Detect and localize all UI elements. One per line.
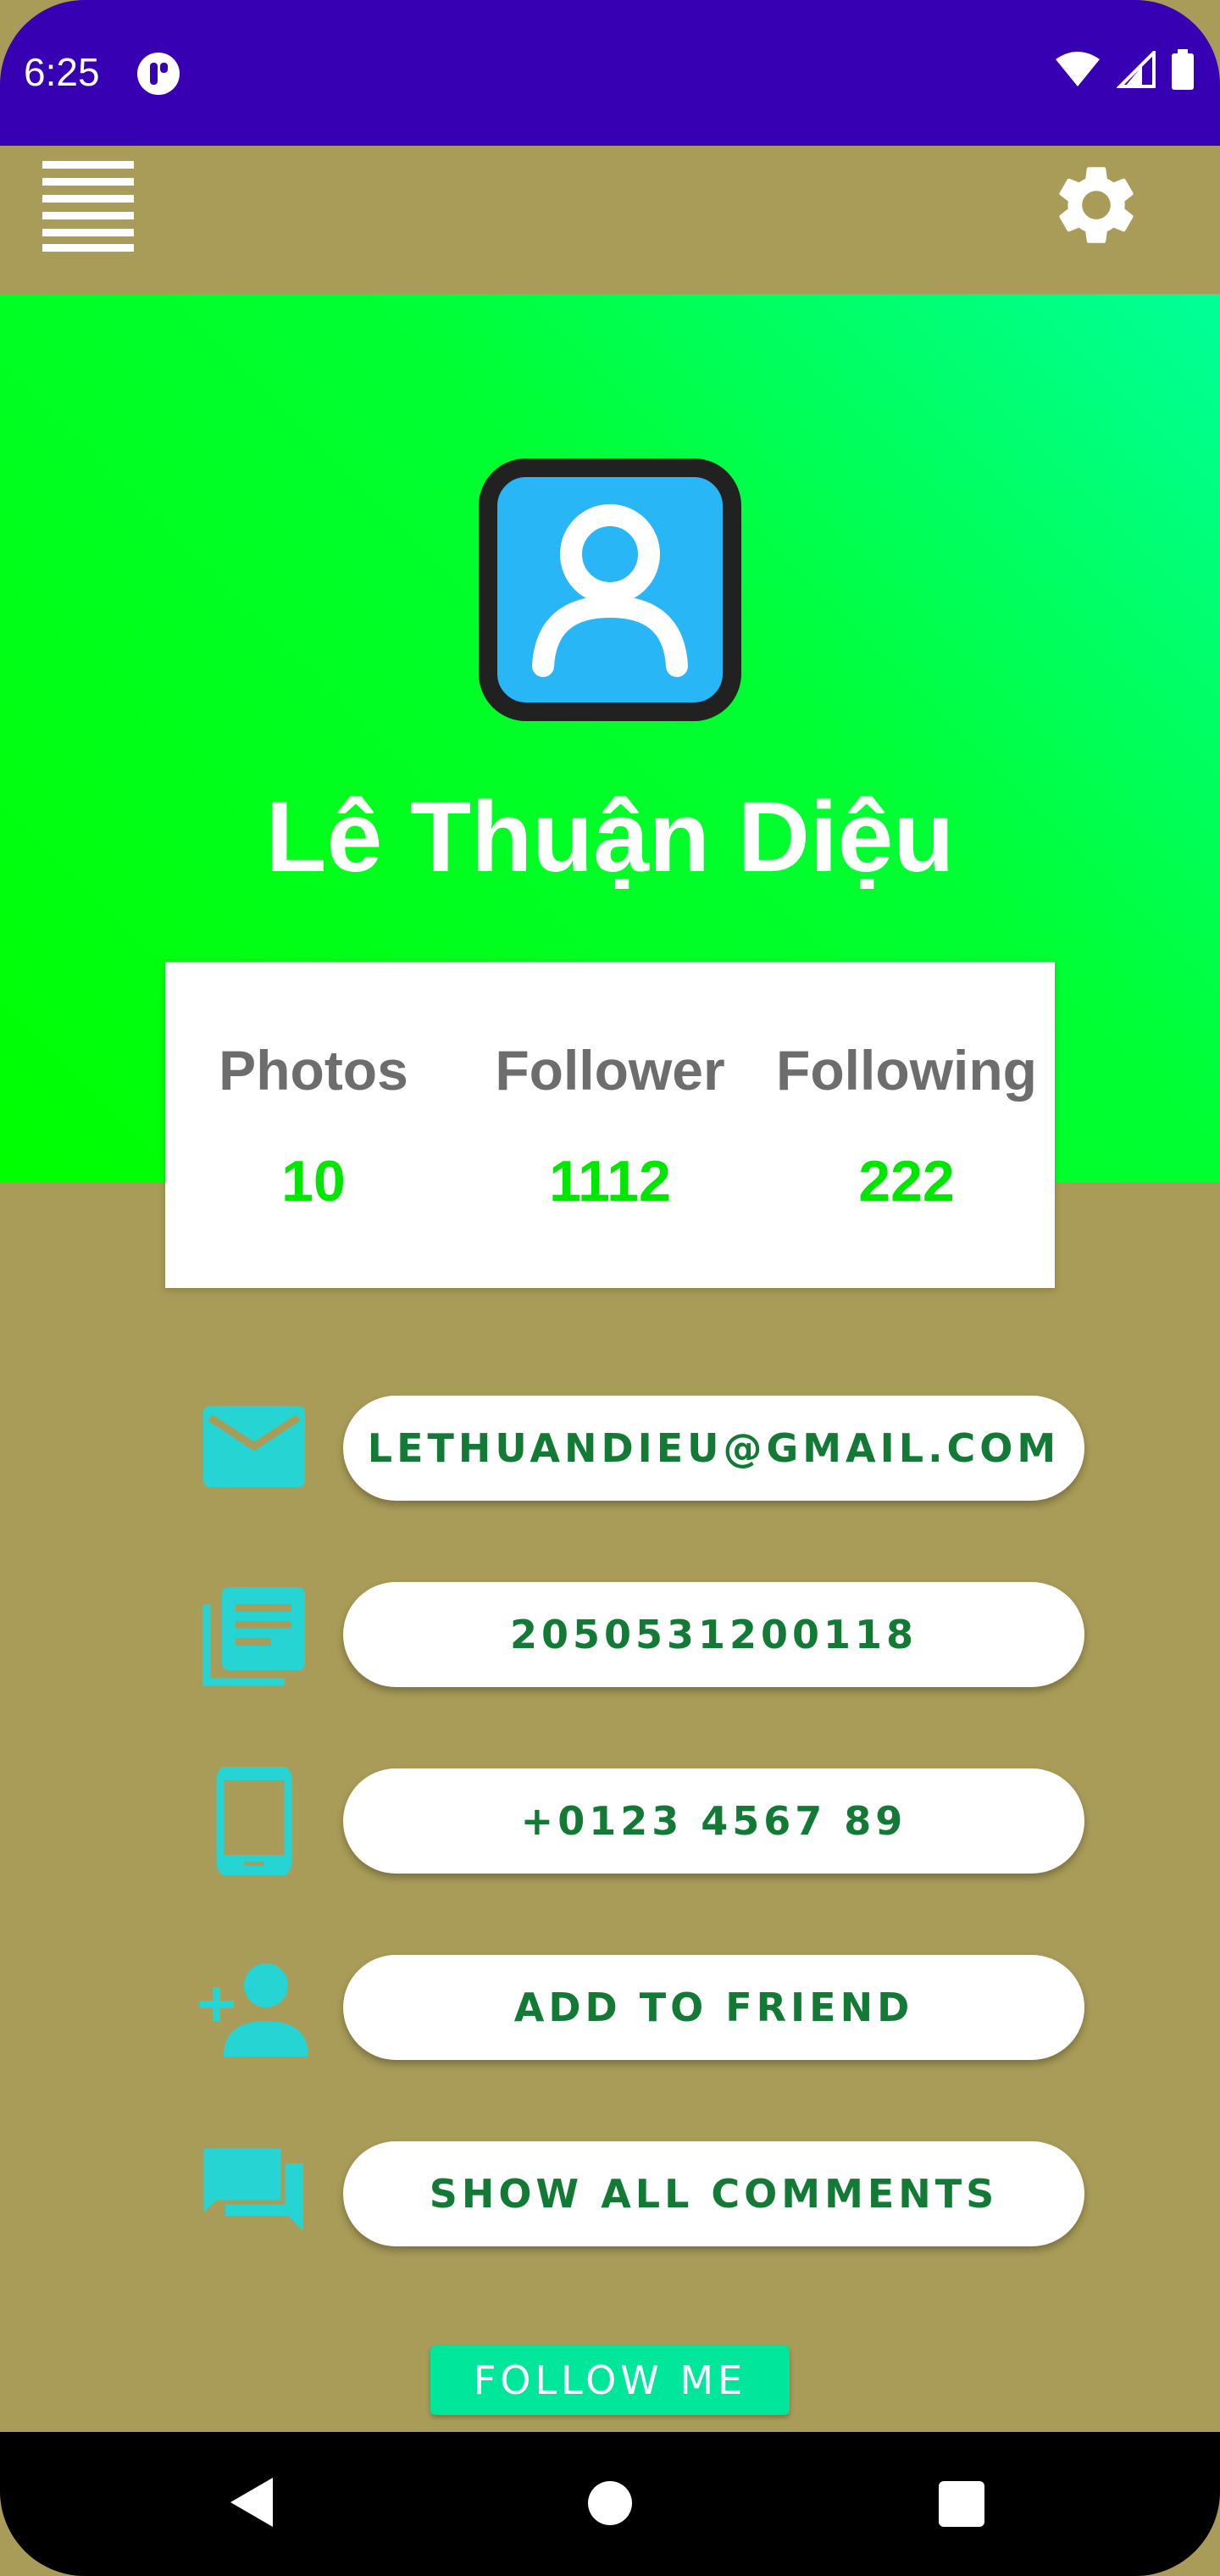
profile-name: Lê Thuận Diệu bbox=[265, 781, 955, 893]
id-button[interactable]: 2050531200118 bbox=[343, 1582, 1084, 1687]
stat-label: Follower bbox=[495, 1039, 725, 1102]
back-icon[interactable] bbox=[227, 2476, 274, 2529]
phone-screen: 6:25 Lê Thuận Diệu Photos 10 Follower 11… bbox=[0, 0, 1220, 2576]
stat-photos[interactable]: Photos 10 bbox=[165, 962, 462, 1288]
recent-apps-icon[interactable] bbox=[939, 2481, 984, 2527]
avatar-person-icon bbox=[532, 504, 688, 677]
document-icon bbox=[202, 1587, 305, 1686]
add-friend-button[interactable]: ADD TO FRIEND bbox=[343, 1955, 1084, 2060]
status-icons bbox=[1054, 49, 1195, 90]
app-notification-icon bbox=[137, 53, 180, 95]
stats-card: Photos 10 Follower 1112 Following 222 bbox=[165, 962, 1055, 1288]
stat-follower[interactable]: Follower 1112 bbox=[462, 962, 758, 1288]
signal-icon bbox=[1117, 51, 1156, 88]
phone-button[interactable]: +0123 4567 89 bbox=[343, 1768, 1084, 1874]
gear-icon[interactable] bbox=[1049, 158, 1144, 253]
email-button[interactable]: LETHUANDIEU@GMAIL.COM bbox=[343, 1396, 1084, 1501]
stat-value: 1112 bbox=[549, 1149, 671, 1213]
email-icon bbox=[203, 1406, 305, 1487]
home-icon[interactable] bbox=[588, 2481, 632, 2525]
status-time: 6:25 bbox=[24, 50, 100, 94]
avatar[interactable] bbox=[479, 458, 741, 721]
phone-icon bbox=[216, 1767, 292, 1875]
menu-icon[interactable] bbox=[42, 159, 134, 253]
follow-me-button[interactable]: FOLLOW ME bbox=[430, 2346, 790, 2415]
add-person-icon bbox=[200, 1963, 308, 2057]
wifi-icon bbox=[1056, 52, 1100, 86]
status-bar: 6:25 bbox=[0, 0, 1220, 146]
stat-following[interactable]: Following 222 bbox=[758, 962, 1055, 1288]
stat-label: Photos bbox=[219, 1039, 408, 1102]
stat-label: Following bbox=[776, 1039, 1037, 1102]
battery-icon bbox=[1172, 49, 1194, 90]
stat-value: 222 bbox=[858, 1149, 955, 1213]
toolbar bbox=[0, 146, 1220, 294]
stat-value: 10 bbox=[281, 1149, 346, 1213]
show-comments-button[interactable]: SHOW ALL COMMENTS bbox=[343, 2141, 1084, 2246]
comments-icon bbox=[200, 2144, 303, 2231]
